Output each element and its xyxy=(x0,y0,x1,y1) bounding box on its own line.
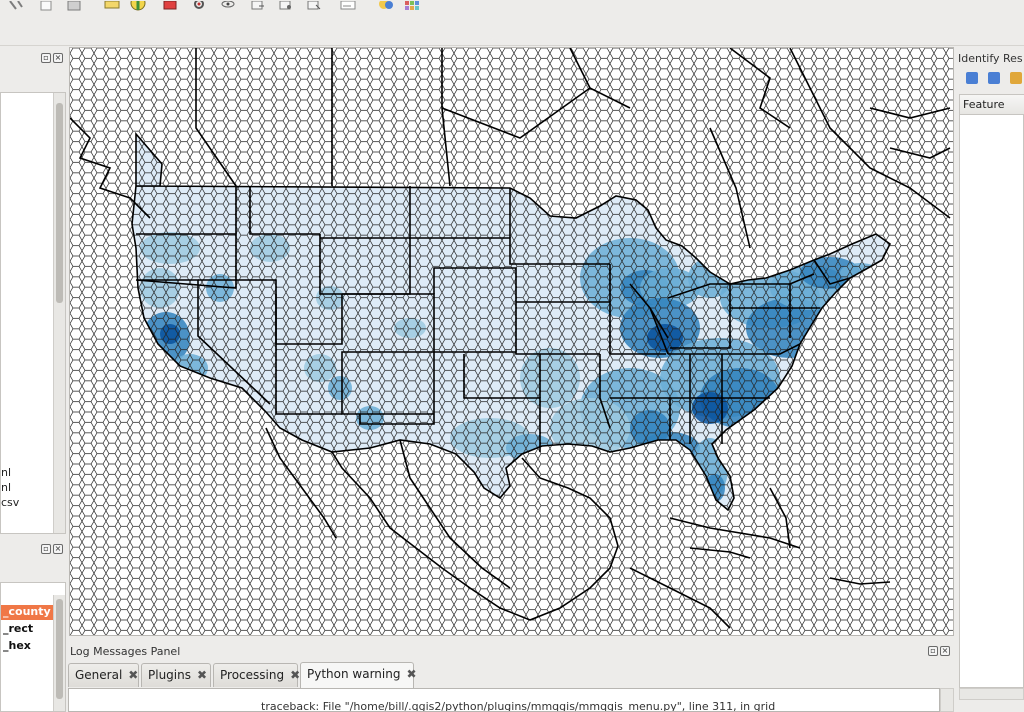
layer-item[interactable]: _rect xyxy=(1,622,55,637)
tab-processing[interactable]: Processing ✖ xyxy=(213,663,300,687)
add-vector-icon[interactable] xyxy=(278,0,294,10)
vertical-scrollbar[interactable] xyxy=(53,93,65,533)
close-icon[interactable]: ✖ xyxy=(406,667,416,681)
zoom-icon[interactable] xyxy=(192,0,208,10)
list-item[interactable]: nl xyxy=(1,481,11,494)
tab-label: Python warning xyxy=(307,667,401,681)
close-button[interactable]: × xyxy=(53,53,63,63)
log-panel-title: Log Messages Panel xyxy=(70,645,181,658)
identify-icon[interactable] xyxy=(130,0,146,11)
python-console-icon[interactable] xyxy=(340,0,356,10)
map-canvas[interactable] xyxy=(69,47,954,636)
float-button[interactable]: ▫ xyxy=(41,544,51,554)
map-tips-icon[interactable] xyxy=(104,0,120,10)
float-button[interactable]: ▫ xyxy=(928,646,938,656)
log-messages-text[interactable]: traceback: File "/home/bill/.qgis2/pytho… xyxy=(68,688,940,712)
identify-toolbar xyxy=(962,72,1024,88)
identify-results-panel: Feature xyxy=(959,94,1024,688)
left-lower-titlebar: ▫ × xyxy=(0,540,68,554)
tab-label: General xyxy=(75,668,123,682)
select-icon[interactable] xyxy=(162,0,178,10)
expand-icon[interactable] xyxy=(966,72,978,84)
list-item[interactable]: csv xyxy=(1,496,19,509)
add-raster-icon[interactable] xyxy=(306,0,322,10)
expand-new-icon[interactable] xyxy=(1010,72,1022,84)
horizontal-scrollbar[interactable] xyxy=(959,688,1024,700)
save-icon[interactable] xyxy=(66,0,82,11)
close-button[interactable]: × xyxy=(940,646,950,656)
feature-column-header[interactable]: Feature xyxy=(960,95,1024,115)
left-dock-titlebar: ▫ × xyxy=(0,48,68,92)
layers-panel: _county _rect _hex xyxy=(0,582,66,712)
tab-python-warning[interactable]: Python warning ✖ xyxy=(300,662,417,688)
log-panel-buttons: ▫ × xyxy=(928,646,954,658)
tab-general[interactable]: General ✖ xyxy=(68,663,139,687)
collapse-icon[interactable] xyxy=(988,72,1000,84)
tab-plugins[interactable]: Plugins ✖ xyxy=(141,663,211,687)
identify-panel-title: Identify Res xyxy=(958,52,1023,65)
tab-label: Plugins xyxy=(148,668,191,682)
close-icon[interactable]: ✖ xyxy=(197,668,207,682)
view-icon[interactable] xyxy=(220,0,236,10)
list-item[interactable]: nl xyxy=(1,466,11,479)
close-button[interactable]: × xyxy=(53,544,63,554)
grid-icon[interactable] xyxy=(404,0,420,10)
browser-panel: nl nl csv xyxy=(0,92,66,534)
vertical-scrollbar[interactable] xyxy=(940,688,954,712)
close-icon[interactable]: ✖ xyxy=(128,668,138,682)
vertical-scrollbar[interactable] xyxy=(53,595,65,711)
add-layer-icon[interactable] xyxy=(250,0,266,10)
layer-item[interactable]: _county xyxy=(1,605,55,620)
palette-icon[interactable] xyxy=(378,0,394,10)
measure-icon[interactable] xyxy=(8,0,24,10)
close-icon[interactable]: ✖ xyxy=(290,668,300,682)
new-project-icon[interactable] xyxy=(38,0,54,11)
tab-label: Processing xyxy=(220,668,285,682)
layer-item[interactable]: _hex xyxy=(1,639,55,654)
log-message-line: traceback: File "/home/bill/.qgis2/pytho… xyxy=(261,700,776,712)
float-button[interactable]: ▫ xyxy=(41,53,51,63)
main-toolbar xyxy=(0,0,1024,46)
